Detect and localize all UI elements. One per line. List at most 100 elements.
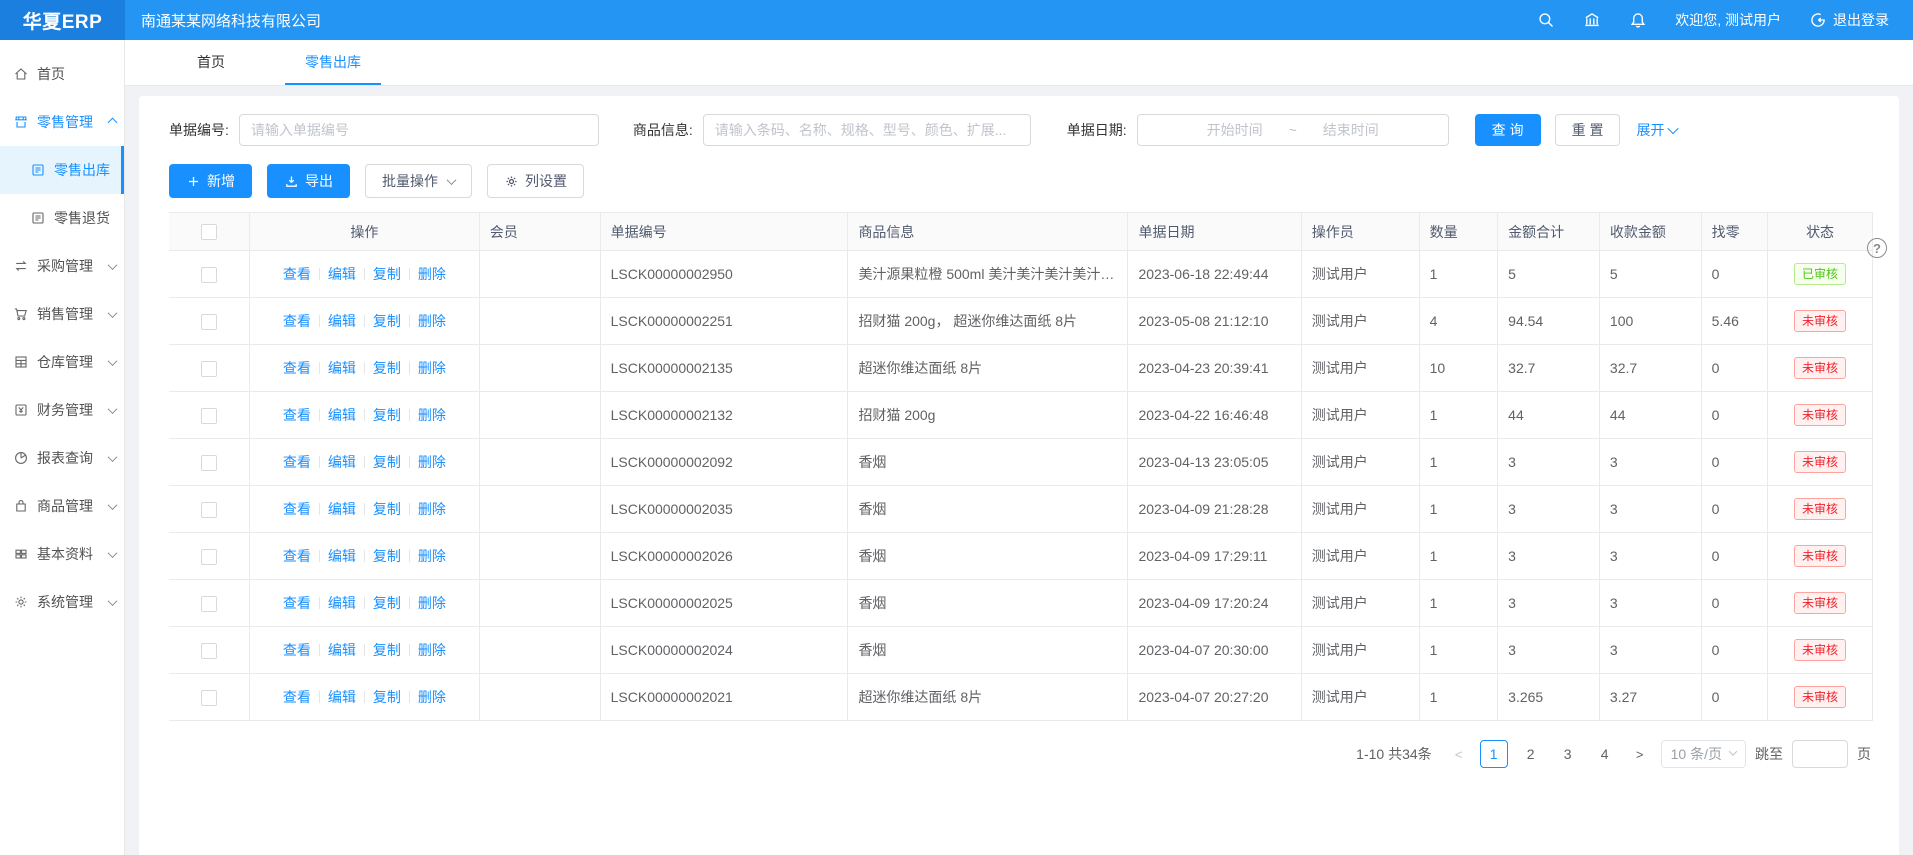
sidebar-item-finance[interactable]: 财务管理 (0, 386, 124, 434)
delete-link[interactable]: 删除 (418, 407, 446, 423)
copy-link[interactable]: 复制 (373, 313, 401, 329)
row-checkbox[interactable] (201, 549, 217, 565)
bill-no-input[interactable] (239, 114, 599, 146)
sidebar-item-retail-out[interactable]: 零售出库 (0, 146, 124, 194)
logout-button[interactable]: 退出登录 (1809, 10, 1889, 30)
row-checkbox[interactable] (201, 690, 217, 706)
sidebar-item-retail-return[interactable]: 零售退货 (0, 194, 124, 242)
date-range-input[interactable]: 开始时间 ~ 结束时间 (1137, 114, 1449, 146)
divider (409, 550, 410, 562)
view-link[interactable]: 查看 (283, 595, 311, 611)
edit-link[interactable]: 编辑 (328, 501, 356, 517)
edit-link[interactable]: 编辑 (328, 548, 356, 564)
total-cell: 3.265 (1498, 674, 1600, 721)
help-icon[interactable]: ? (1867, 238, 1887, 258)
delete-link[interactable]: 删除 (418, 595, 446, 611)
edit-link[interactable]: 编辑 (328, 360, 356, 376)
delete-link[interactable]: 删除 (418, 454, 446, 470)
prev-page-button[interactable]: < (1447, 747, 1471, 762)
next-page-button[interactable]: > (1628, 747, 1652, 762)
row-checkbox[interactable] (201, 314, 217, 330)
delete-link[interactable]: 删除 (418, 548, 446, 564)
bank-icon[interactable] (1583, 11, 1601, 29)
sidebar-item-sales[interactable]: 销售管理 (0, 290, 124, 338)
col-member: 会员 (479, 213, 600, 251)
row-checkbox[interactable] (201, 643, 217, 659)
row-checkbox[interactable] (201, 502, 217, 518)
copy-link[interactable]: 复制 (373, 407, 401, 423)
search-button[interactable]: 查 询 (1475, 114, 1541, 146)
view-link[interactable]: 查看 (283, 313, 311, 329)
sidebar-item-basic-data[interactable]: 基本资料 (0, 530, 124, 578)
edit-link[interactable]: 编辑 (328, 689, 356, 705)
copy-link[interactable]: 复制 (373, 642, 401, 658)
delete-link[interactable]: 删除 (418, 501, 446, 517)
row-checkbox[interactable] (201, 596, 217, 612)
select-all-checkbox[interactable] (201, 224, 217, 240)
divider (409, 409, 410, 421)
sidebar-item-purchase[interactable]: 采购管理 (0, 242, 124, 290)
edit-link[interactable]: 编辑 (328, 313, 356, 329)
edit-link[interactable]: 编辑 (328, 266, 356, 282)
view-link[interactable]: 查看 (283, 548, 311, 564)
row-checkbox[interactable] (201, 361, 217, 377)
edit-link[interactable]: 编辑 (328, 407, 356, 423)
edit-link[interactable]: 编辑 (328, 595, 356, 611)
product-info-input[interactable] (703, 114, 1031, 146)
expand-link[interactable]: 展开 (1636, 120, 1677, 140)
add-button[interactable]: 新增 (169, 164, 252, 198)
column-settings-button[interactable]: 列设置 (487, 164, 584, 198)
view-link[interactable]: 查看 (283, 407, 311, 423)
bell-icon[interactable] (1629, 11, 1647, 29)
view-link[interactable]: 查看 (283, 266, 311, 282)
total-cell: 3 (1498, 627, 1600, 674)
page-button-1[interactable]: 1 (1480, 740, 1508, 768)
sidebar-item-system[interactable]: 系统管理 (0, 578, 124, 626)
received-cell: 3 (1599, 627, 1701, 674)
search-icon[interactable] (1537, 11, 1555, 29)
export-button[interactable]: 导出 (267, 164, 350, 198)
delete-link[interactable]: 删除 (418, 266, 446, 282)
delete-link[interactable]: 删除 (418, 360, 446, 376)
jump-page-input[interactable] (1792, 740, 1848, 768)
copy-link[interactable]: 复制 (373, 266, 401, 282)
edit-link[interactable]: 编辑 (328, 454, 356, 470)
delete-link[interactable]: 删除 (418, 642, 446, 658)
received-cell: 100 (1599, 298, 1701, 345)
reset-button[interactable]: 重 置 (1555, 114, 1621, 146)
copy-link[interactable]: 复制 (373, 689, 401, 705)
row-checkbox[interactable] (201, 408, 217, 424)
copy-link[interactable]: 复制 (373, 548, 401, 564)
copy-link[interactable]: 复制 (373, 501, 401, 517)
page-button-4[interactable]: 4 (1591, 740, 1619, 768)
change-cell: 0 (1701, 439, 1767, 486)
view-link[interactable]: 查看 (283, 501, 311, 517)
tab-home[interactable]: 首页 (177, 40, 245, 85)
row-checkbox[interactable] (201, 267, 217, 283)
tab-retail-out[interactable]: 零售出库 (285, 40, 381, 85)
sidebar-item-goods[interactable]: 商品管理 (0, 482, 124, 530)
view-link[interactable]: 查看 (283, 360, 311, 376)
delete-link[interactable]: 删除 (418, 313, 446, 329)
view-link[interactable]: 查看 (283, 689, 311, 705)
view-link[interactable]: 查看 (283, 454, 311, 470)
copy-link[interactable]: 复制 (373, 454, 401, 470)
sidebar-item-retail[interactable]: 零售管理 (0, 98, 124, 146)
sidebar-item-home[interactable]: 首页 (0, 50, 124, 98)
delete-link[interactable]: 删除 (418, 689, 446, 705)
copy-link[interactable]: 复制 (373, 595, 401, 611)
row-checkbox[interactable] (201, 455, 217, 471)
copy-link[interactable]: 复制 (373, 360, 401, 376)
page-size-select[interactable]: 10 条/页 (1661, 740, 1746, 768)
edit-link[interactable]: 编辑 (328, 642, 356, 658)
view-link[interactable]: 查看 (283, 642, 311, 658)
received-cell: 3 (1599, 533, 1701, 580)
page-button-2[interactable]: 2 (1517, 740, 1545, 768)
change-cell: 0 (1701, 251, 1767, 298)
sidebar-item-warehouse[interactable]: 仓库管理 (0, 338, 124, 386)
total-cell: 3 (1498, 439, 1600, 486)
received-cell: 44 (1599, 392, 1701, 439)
sidebar-item-reports[interactable]: 报表查询 (0, 434, 124, 482)
page-button-3[interactable]: 3 (1554, 740, 1582, 768)
batch-operations-button[interactable]: 批量操作 (365, 164, 472, 198)
